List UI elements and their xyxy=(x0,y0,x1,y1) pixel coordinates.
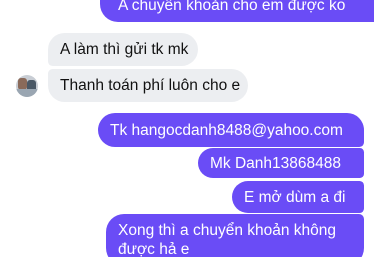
message-text: Mk Danh13868488 xyxy=(210,154,341,172)
message-text-line: được hả e xyxy=(118,241,190,257)
message-bubble-incoming[interactable]: A làm thì gửi tk mk xyxy=(48,33,198,66)
message-bubble-outgoing[interactable]: E mở dùm a đi xyxy=(232,181,364,213)
message-text: A chuyển khoản cho em được ko xyxy=(118,0,346,14)
message-bubble-outgoing[interactable]: Mk Danh13868488 xyxy=(198,148,364,178)
message-bubble-outgoing[interactable]: A chuyển khoản cho em được ko xyxy=(100,0,374,22)
message-thread: A chuyển khoản cho em được ko A làm thì … xyxy=(0,0,374,257)
message-bubble-outgoing[interactable]: Xong thì a chuyển khoản không được hả e xyxy=(106,214,364,257)
message-text: Thanh toán phí luôn cho e xyxy=(60,77,241,94)
message-text: Tk hangocdanh8488@yahoo.com xyxy=(110,121,343,139)
message-text: E mở dùm a đi xyxy=(244,188,346,206)
sender-avatar[interactable] xyxy=(16,75,38,97)
message-text: A làm thì gửi tk mk xyxy=(60,41,189,58)
message-bubble-incoming[interactable]: Thanh toán phí luôn cho e xyxy=(48,69,248,102)
message-bubble-outgoing[interactable]: Tk hangocdanh8488@yahoo.com xyxy=(98,113,364,147)
message-text-line: Xong thì a chuyển khoản không xyxy=(118,222,337,239)
